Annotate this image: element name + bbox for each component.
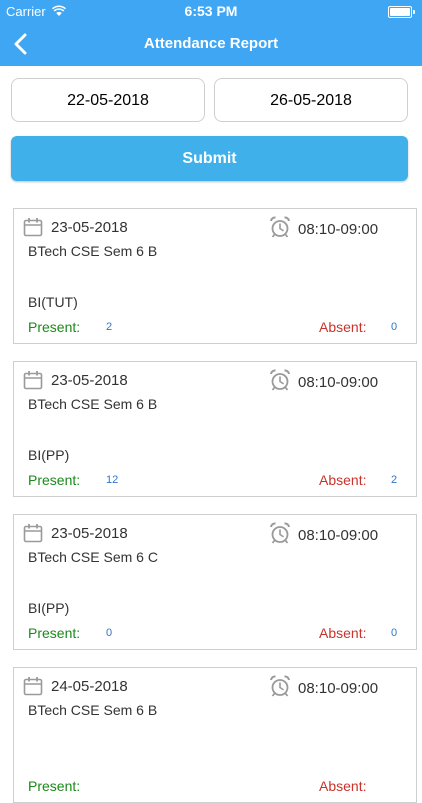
alarm-clock-icon	[270, 216, 290, 238]
alarm-clock-icon	[270, 675, 290, 697]
present-label: Present:	[28, 319, 81, 335]
record-time: 08:10-09:00	[298, 221, 379, 238]
record-class: BTech CSE Sem 6 B	[28, 396, 158, 412]
alarm-clock-icon	[270, 522, 290, 544]
alarm-clock-icon	[270, 369, 290, 391]
status-time: 6:53 PM	[184, 3, 238, 19]
present-label: Present:	[28, 625, 81, 641]
attendance-card[interactable]: 23-05-2018 08:10-09:00 BTech CSE Sem 6 B…	[13, 208, 417, 344]
absent-label: Absent:	[319, 625, 367, 641]
record-class: BTech CSE Sem 6 B	[28, 243, 158, 259]
page-title: Attendance Report	[143, 35, 279, 52]
record-time: 08:10-09:00	[298, 680, 379, 697]
record-subject: BI(TUT)	[28, 294, 78, 310]
record-time: 08:10-09:00	[298, 374, 379, 391]
absent-count: 0	[391, 627, 398, 639]
present-count: 12	[106, 474, 119, 486]
record-date: 23-05-2018	[51, 219, 128, 236]
calendar-icon	[23, 371, 43, 390]
present-label: Present:	[28, 472, 81, 488]
record-date: 24-05-2018	[51, 678, 128, 695]
submit-button[interactable]: Submit	[11, 136, 408, 181]
status-bar: Carrier 6:53 PM	[0, 0, 422, 22]
present-count: 0	[106, 627, 113, 639]
present-label: Present:	[28, 778, 81, 794]
absent-label: Absent:	[319, 778, 367, 794]
start-date-field[interactable]: 22-05-2018	[11, 78, 205, 122]
record-class: BTech CSE Sem 6 C	[28, 549, 158, 565]
record-class: BTech CSE Sem 6 B	[28, 702, 158, 718]
absent-count: 0	[391, 321, 398, 333]
record-subject: BI(PP)	[28, 447, 70, 463]
battery-icon	[388, 6, 415, 18]
record-time: 08:10-09:00	[298, 527, 379, 544]
absent-label: Absent:	[319, 472, 367, 488]
record-date: 23-05-2018	[51, 525, 128, 542]
nav-bar: Attendance Report	[0, 22, 422, 66]
record-date: 23-05-2018	[51, 372, 128, 389]
absent-label: Absent:	[319, 319, 367, 335]
absent-count: 2	[391, 474, 398, 486]
calendar-icon	[23, 218, 43, 237]
end-date-field[interactable]: 26-05-2018	[214, 78, 408, 122]
attendance-card[interactable]: 24-05-2018 08:10-09:00 BTech CSE Sem 6 B…	[13, 667, 417, 803]
attendance-card[interactable]: 23-05-2018 08:10-09:00 BTech CSE Sem 6 B…	[13, 361, 417, 497]
calendar-icon	[23, 677, 43, 696]
attendance-card[interactable]: 23-05-2018 08:10-09:00 BTech CSE Sem 6 C…	[13, 514, 417, 650]
calendar-icon	[23, 524, 43, 543]
present-count: 2	[106, 321, 113, 333]
record-subject: BI(PP)	[28, 600, 70, 616]
app-header: Carrier 6:53 PM Attendance Report	[0, 0, 422, 66]
